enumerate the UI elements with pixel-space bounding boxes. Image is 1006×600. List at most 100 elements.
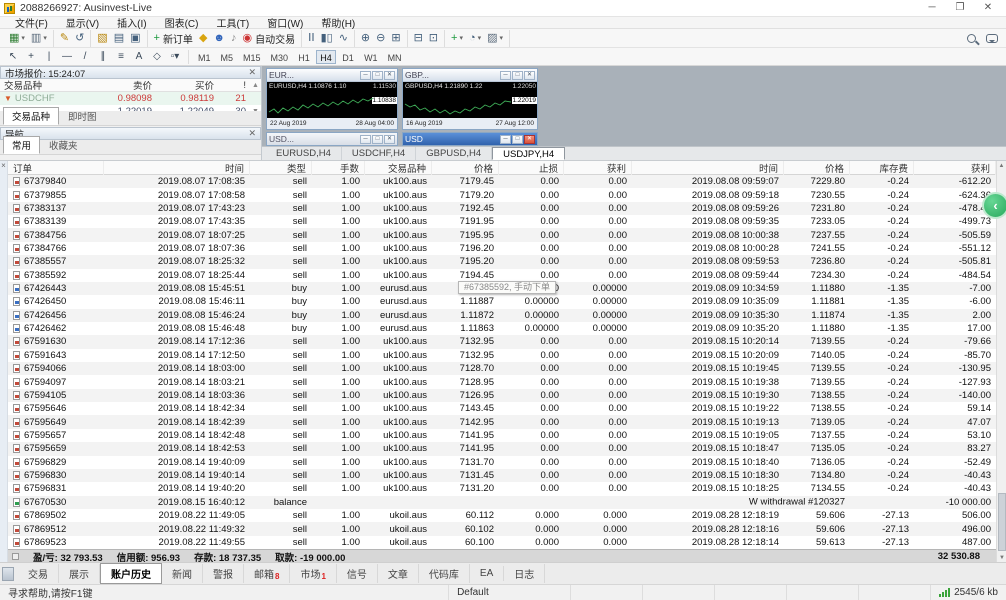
market-watch-scroll-up-icon[interactable]: ▲ (250, 82, 261, 89)
new-order-button[interactable]: + 新订单 (151, 30, 196, 46)
periods-button[interactable]: ◔ ▾ (466, 30, 484, 46)
chart-canvas-gbpusd[interactable]: GBPUSD,H4 1.21890 1.22 1.22050 1.22019 (403, 82, 537, 118)
history-row-67869512[interactable]: 67869512 2019.08.22 11:49:32 sell 1.00 ukoil… (8, 522, 996, 536)
history-row-67596830[interactable]: 67596830 2019.08.14 19:40:14 sell 1.00 uk100… (8, 468, 996, 483)
sound-button[interactable]: ♪ (228, 30, 240, 46)
tile-windows-button[interactable]: ⊞ (388, 30, 403, 46)
terminal-tab-交易[interactable]: 交易 (18, 564, 59, 583)
tab-收藏夹[interactable]: 收藏夹 (40, 136, 87, 154)
new-chart-dropdown-icon[interactable]: ▾ (21, 34, 25, 42)
history-row-67595659[interactable]: 67595659 2019.08.14 18:42:53 sell 1.00 uk100… (8, 442, 996, 456)
fibonacci-icon[interactable]: ≡ (112, 49, 130, 64)
strategy-tester-button[interactable]: ▣ (127, 30, 143, 46)
zoom-in-button[interactable]: ⊕ (358, 30, 373, 46)
status-profile[interactable]: Default (449, 584, 572, 600)
history-row-67426450[interactable]: 67426450 2019.08.08 15:46:11 buy 1.00 eurusd… (8, 295, 996, 308)
profiles-button[interactable]: ▥ ▾ (28, 30, 50, 46)
chart-maximize-icon[interactable]: □ (372, 134, 383, 144)
history-row-67596829[interactable]: 67596829 2019.08.14 19:40:09 sell 1.00 uk100… (8, 456, 996, 469)
terminal-tab-日志[interactable]: 日志 (504, 564, 546, 583)
shapes-icon[interactable]: ▫▾ (166, 49, 184, 64)
minimized-chart-usdjpy[interactable]: USD ─ □ ✕ (402, 132, 538, 146)
history-row-67385557[interactable]: 67385557 2019.08.07 18:25:32 sell 1.00 uk100… (8, 255, 996, 269)
terminal-tab-邮箱[interactable]: 邮箱 8 (244, 564, 291, 583)
history-row-67869502[interactable]: 67869502 2019.08.22 11:49:05 sell 1.00 ukoil… (8, 509, 996, 522)
history-row-67595646[interactable]: 67595646 2019.08.14 18:42:34 sell 1.00 uk100… (8, 402, 996, 415)
history-col-6[interactable]: 止损 (499, 160, 564, 175)
history-row-67595649[interactable]: 67595649 2019.08.14 18:42:39 sell 1.00 uk100… (8, 415, 996, 429)
timeframe-M15[interactable]: M15 (239, 50, 265, 64)
bar-chart-button[interactable]: ⅠⅠ (305, 30, 318, 46)
history-row-67594097[interactable]: 67594097 2019.08.14 18:03:21 sell 1.00 uk100… (8, 375, 996, 388)
community-button[interactable]: ☻ (210, 30, 228, 46)
text-label-icon[interactable]: ◇ (148, 49, 166, 64)
history-row-67379840[interactable]: 67379840 2019.08.07 17:08:35 sell 1.00 uk100… (8, 175, 996, 189)
terminal-tab-文章[interactable]: 文章 (378, 564, 419, 583)
profiles-dropdown-icon[interactable]: ▾ (43, 34, 47, 42)
timeframe-M5[interactable]: M5 (217, 50, 238, 64)
history-col-9[interactable]: 价格 (784, 160, 850, 175)
chart-window-eurusd[interactable]: EUR... ─ □ ✕ EURUSD,H4 1.10876 1.10 1.11… (266, 68, 398, 130)
history-row-67384756[interactable]: 67384756 2019.08.07 18:07:25 sell 1.00 uk100… (8, 228, 996, 242)
tab-即时图[interactable]: 即时图 (59, 107, 106, 125)
chart-tab-USDCHFH4[interactable]: USDCHF,H4 (342, 147, 417, 160)
history-row-67384766[interactable]: 67384766 2019.08.07 18:07:36 sell 1.00 uk100… (8, 242, 996, 255)
history-scrollbar[interactable]: ▲ ▼ (996, 161, 1006, 563)
arrange-down-button[interactable]: ⊡ (426, 30, 441, 46)
chart-minimize-icon[interactable]: ─ (500, 70, 511, 80)
cursor-icon[interactable]: ↖ (4, 49, 22, 64)
chart-tab-USDJPYH4[interactable]: USDJPY,H4 (492, 147, 566, 160)
menu-item-F[interactable]: 文件(F) (6, 15, 57, 30)
chart-restore-icon[interactable]: ─ (360, 134, 371, 144)
col-spread[interactable]: ! (220, 80, 250, 91)
menu-item-T[interactable]: 工具(T) (207, 15, 258, 30)
history-row-67383139[interactable]: 67383139 2019.08.07 17:43:35 sell 1.00 uk100… (8, 215, 996, 228)
history-row-67379855[interactable]: 67379855 2019.08.07 17:08:58 sell 1.00 uk100… (8, 188, 996, 201)
minimized-chart-usdchf[interactable]: USD... ─ □ ✕ (266, 132, 398, 146)
chart-close-icon[interactable]: ✕ (524, 134, 535, 144)
history-row-67595657[interactable]: 67595657 2019.08.14 18:42:48 sell 1.00 uk100… (8, 429, 996, 442)
terminal-tab-EA[interactable]: EA (470, 566, 505, 581)
data-window-button[interactable]: ▤ (111, 30, 127, 46)
history-row-67594105[interactable]: 67594105 2019.08.14 18:03:36 sell 1.00 uk100… (8, 388, 996, 403)
terminal-tab-账户历史[interactable]: 账户历史 (100, 563, 162, 584)
market-watch-close-icon[interactable]: ✕ (248, 67, 256, 78)
scroll-up-icon[interactable]: ▲ (997, 161, 1006, 171)
chart-canvas-eurusd[interactable]: EURUSD,H4 1.10876 1.10 1.11530 1.10838 (267, 82, 397, 118)
candlestick-chart-button[interactable]: ▮▯ (318, 30, 336, 46)
trendline-icon[interactable]: / (76, 49, 94, 64)
history-row-67591630[interactable]: 67591630 2019.08.14 17:12:36 sell 1.00 uk100… (8, 335, 996, 349)
menu-item-W[interactable]: 窗口(W) (258, 15, 312, 30)
minimize-icon[interactable]: ─ (918, 1, 946, 16)
terminal-close-icon[interactable]: × (1, 161, 6, 170)
line-chart-button[interactable]: ∿ (336, 30, 351, 46)
timeframe-D1[interactable]: D1 (338, 50, 358, 64)
history-row-67594066[interactable]: 67594066 2019.08.14 18:03:00 sell 1.00 uk100… (8, 362, 996, 376)
menu-item-H[interactable]: 帮助(H) (312, 15, 364, 30)
navigator-close-icon[interactable]: ✕ (248, 128, 256, 139)
chart-close-icon[interactable]: ✕ (524, 70, 535, 80)
terminal-tab-代码库[interactable]: 代码库 (419, 564, 470, 583)
template-menu-dropdown-icon[interactable]: ▾ (500, 34, 504, 42)
chart-maximize-icon[interactable]: □ (372, 70, 383, 80)
tab-交易品种[interactable]: 交易品种 (3, 107, 60, 125)
chat-icon[interactable] (986, 33, 998, 43)
history-col-5[interactable]: 价格 (432, 160, 499, 175)
templates-button[interactable]: ▧ (94, 30, 110, 46)
chart-maximize-icon[interactable]: □ (512, 70, 523, 80)
add-indicator-dropdown-icon[interactable]: ▾ (459, 34, 463, 42)
auto-scroll-button[interactable]: ↺ (72, 30, 87, 46)
history-col-11[interactable]: 获利 (914, 160, 996, 175)
timeframe-H1[interactable]: H1 (294, 50, 314, 64)
history-col-2[interactable]: 类型 (250, 160, 312, 175)
chart-window-gbpusd-titlebar[interactable]: GBP... ─ □ ✕ (403, 69, 537, 82)
autotrading-button[interactable]: ◉ 自动交易 (239, 30, 298, 46)
indicators-dialog-button[interactable]: ◆ (196, 30, 210, 46)
template-menu-button[interactable]: ▨ ▾ (484, 30, 506, 46)
col-bid[interactable]: 卖价 (96, 78, 158, 92)
timeframe-M1[interactable]: M1 (194, 50, 215, 64)
timeframe-H4[interactable]: H4 (316, 49, 337, 64)
equidistant-channel-icon[interactable]: ∥ (94, 49, 112, 64)
history-col-8[interactable]: 时间 (632, 160, 784, 175)
chart-shift-button[interactable]: ✎ (57, 30, 72, 46)
